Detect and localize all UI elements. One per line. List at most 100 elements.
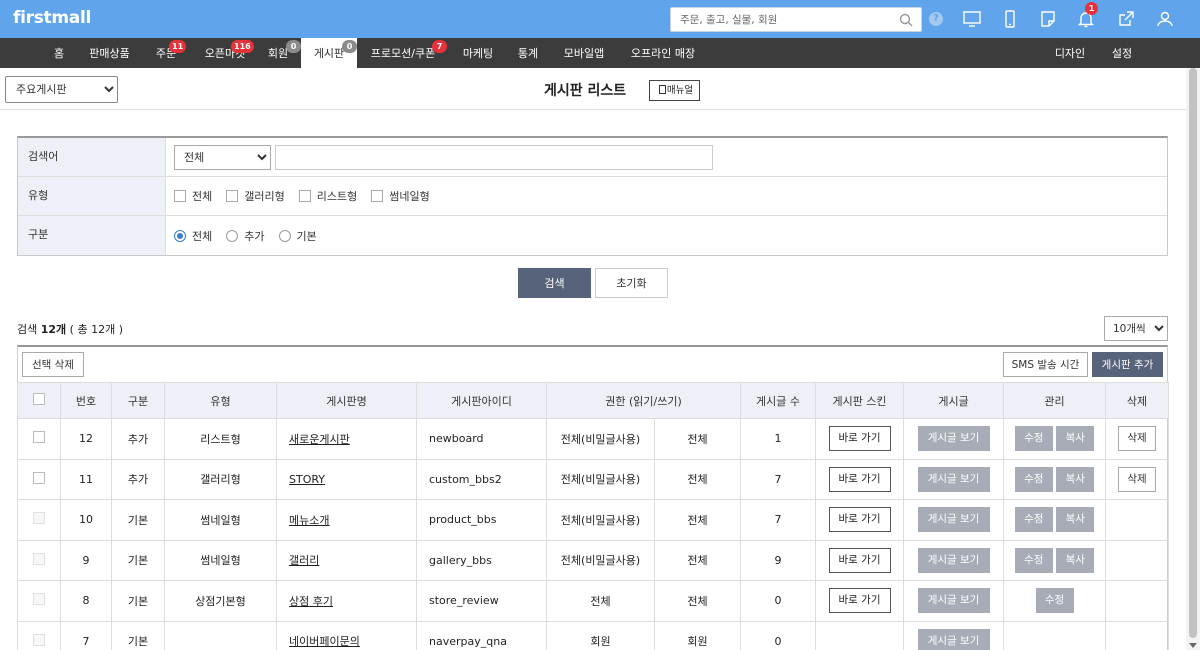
radio-selected[interactable] <box>174 229 186 242</box>
scroll-down-arrow-icon[interactable] <box>1189 643 1197 648</box>
nav-open-market[interactable]: 오픈마켓 116 <box>195 38 255 68</box>
edit-button[interactable]: 수정 <box>1014 426 1053 452</box>
nav-design[interactable]: 디자인 <box>1052 38 1088 68</box>
sms-time-button[interactable]: SMS 발송 시간 <box>1003 352 1088 377</box>
row-checkbox <box>33 633 45 646</box>
pc-monitor-icon[interactable] <box>953 0 991 38</box>
type-option-all[interactable]: 전체 <box>174 188 212 204</box>
row-checkbox <box>33 593 45 606</box>
copy-button[interactable]: 복사 <box>1056 547 1095 573</box>
notification-bell-icon[interactable]: 1 <box>1067 0 1105 38</box>
cell-type: 리스트형 <box>164 418 277 460</box>
keyword-scope-select[interactable]: 전체 <box>174 144 271 170</box>
board-name-link[interactable]: 상점 후기 <box>289 595 333 608</box>
go-skin-button[interactable]: 바로 가기 <box>828 547 891 573</box>
keyword-input[interactable] <box>275 144 713 170</box>
mobile-phone-icon[interactable] <box>991 0 1029 38</box>
user-profile-icon[interactable] <box>1146 0 1184 38</box>
view-posts-button[interactable]: 게시글 보기 <box>917 466 990 492</box>
type-option-thumbnail[interactable]: 썸네일형 <box>371 188 430 204</box>
row-checkbox <box>33 552 45 565</box>
checkbox[interactable] <box>174 190 186 202</box>
reset-button[interactable]: 초기화 <box>595 268 668 298</box>
nav-products[interactable]: 판매상품 <box>82 38 137 68</box>
radio[interactable] <box>278 229 291 242</box>
edit-button[interactable]: 수정 <box>1014 507 1053 533</box>
checkbox[interactable] <box>226 190 239 202</box>
nav-board[interactable]: 게시판 0 <box>301 38 357 69</box>
scroll-thumb[interactable] <box>1189 68 1197 638</box>
row-checkbox[interactable] <box>33 431 45 444</box>
board-name-link[interactable]: 새로운게시판 <box>289 433 350 446</box>
nav-home[interactable]: 홈 <box>44 38 74 68</box>
cell-board-id: naverpay_qna <box>416 620 547 650</box>
category-option-all[interactable]: 전체 <box>174 228 212 244</box>
logo[interactable]: firstmall <box>13 8 91 28</box>
delete-button[interactable]: 삭제 <box>1118 466 1157 492</box>
cell-post-count: 9 <box>740 539 817 581</box>
checkbox[interactable] <box>371 190 384 202</box>
nav-mobile-app[interactable]: 모바일앱 <box>560 38 608 68</box>
cell-write-permission: 전체 <box>653 499 742 541</box>
edit-button[interactable]: 수정 <box>1035 588 1074 614</box>
memo-note-icon[interactable] <box>1029 0 1067 38</box>
board-group-select[interactable]: 주요게시판 <box>5 76 118 103</box>
nav-members[interactable]: 회원 0 <box>262 38 301 68</box>
external-link-icon[interactable] <box>1107 0 1145 38</box>
go-skin-button[interactable]: 바로 가기 <box>828 588 891 614</box>
radio[interactable] <box>226 229 239 242</box>
nav-promotion[interactable]: 프로모션/쿠폰 7 <box>366 38 447 68</box>
page-scrollbar[interactable] <box>1186 68 1200 650</box>
copy-button[interactable]: 복사 <box>1056 426 1095 452</box>
board-name-link[interactable]: STORY <box>289 473 325 486</box>
cell-write-permission: 전체 <box>653 580 742 622</box>
result-count: 검색 12개 ( 총 12개 ) <box>17 323 123 336</box>
global-search-input[interactable] <box>671 8 891 31</box>
select-all-checkbox[interactable] <box>33 393 45 405</box>
cell-kind: 기본 <box>111 580 165 622</box>
copy-button[interactable]: 복사 <box>1056 507 1095 533</box>
view-posts-button[interactable]: 게시글 보기 <box>917 628 990 650</box>
help-icon[interactable]: ? <box>929 12 943 26</box>
view-posts-button[interactable]: 게시글 보기 <box>917 426 990 452</box>
delete-button[interactable]: 삭제 <box>1118 426 1157 452</box>
type-option-gallery[interactable]: 갤러리형 <box>226 188 285 204</box>
nav-marketing[interactable]: 마케팅 <box>458 38 498 68</box>
go-skin-button[interactable]: 바로 가기 <box>828 426 891 452</box>
search-button[interactable]: 검색 <box>518 268 591 298</box>
cell-write-permission: 전체 <box>653 418 742 460</box>
go-skin-button[interactable]: 바로 가기 <box>828 466 891 492</box>
add-board-button[interactable]: 게시판 추가 <box>1092 352 1163 377</box>
per-page-select[interactable]: 10개씩 <box>1104 316 1168 341</box>
board-name-link[interactable]: 네이버페이문의 <box>289 635 360 648</box>
cell-write-permission: 회원 <box>653 620 742 650</box>
cell-read-permission: 전체(비밀글사용) <box>546 539 655 581</box>
nav-offline-store[interactable]: 오프라인 매장 <box>626 38 700 68</box>
nav-settings[interactable]: 설정 <box>1107 38 1137 68</box>
board-name-link[interactable]: 메뉴소개 <box>289 514 329 527</box>
edit-button[interactable]: 수정 <box>1014 466 1053 492</box>
col-type: 유형 <box>164 382 277 419</box>
row-checkbox[interactable] <box>33 471 45 484</box>
nav-orders[interactable]: 주문 11 <box>148 38 187 68</box>
category-option-default[interactable]: 기본 <box>278 228 317 244</box>
nav-members-badge: 0 <box>286 40 301 53</box>
type-row: 유형 전체 갤러리형 리스트형 썸네일형 <box>18 177 1167 216</box>
copy-button[interactable]: 복사 <box>1056 466 1095 492</box>
checkbox[interactable] <box>298 190 311 202</box>
board-name-link[interactable]: 갤러리 <box>289 554 319 567</box>
go-skin-button[interactable]: 바로 가기 <box>828 507 891 533</box>
edit-button[interactable]: 수정 <box>1014 547 1053 573</box>
search-icon[interactable] <box>899 13 913 27</box>
nav-promotion-badge: 7 <box>432 40 447 53</box>
nav-statistics[interactable]: 통계 <box>513 38 543 68</box>
category-option-added[interactable]: 추가 <box>226 228 265 244</box>
view-posts-button[interactable]: 게시글 보기 <box>917 588 990 614</box>
type-option-list[interactable]: 리스트형 <box>298 188 357 204</box>
view-posts-button[interactable]: 게시글 보기 <box>917 547 990 573</box>
cell-kind: 추가 <box>111 418 165 460</box>
manual-button[interactable]: 매뉴얼 <box>649 80 700 101</box>
view-posts-button[interactable]: 게시글 보기 <box>917 507 990 533</box>
cell-read-permission: 전체 <box>546 580 655 622</box>
delete-selected-button[interactable]: 선택 삭제 <box>22 352 84 377</box>
